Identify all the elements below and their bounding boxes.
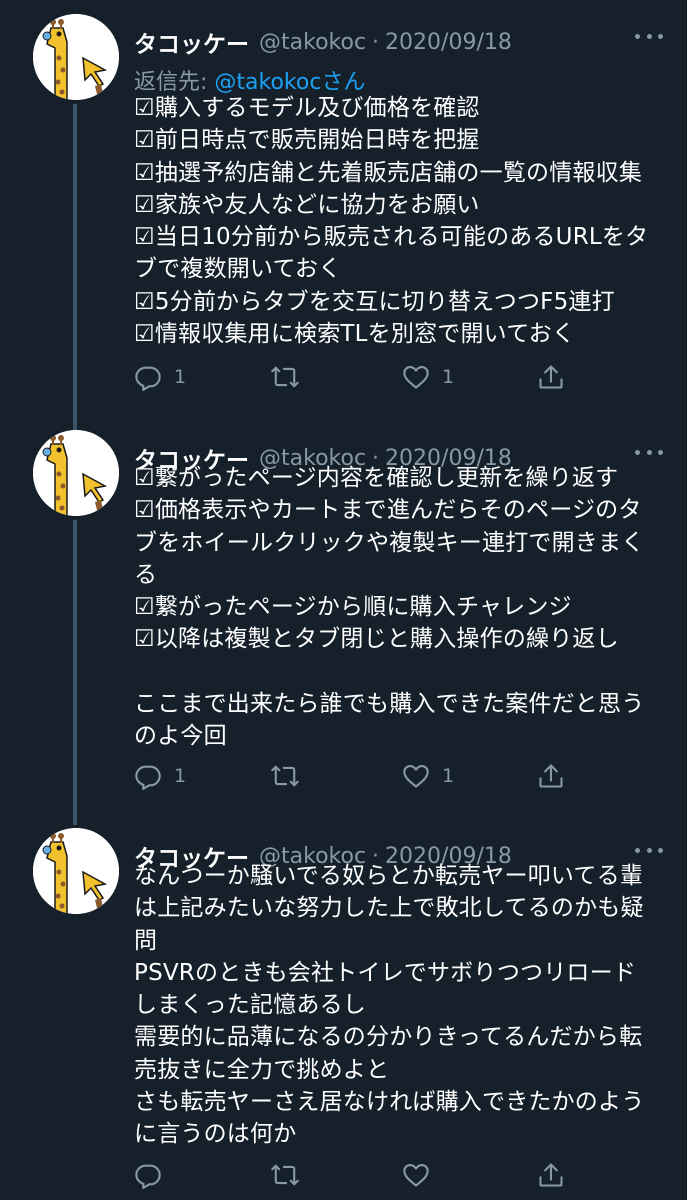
like-icon bbox=[403, 366, 429, 389]
tweet-date[interactable]: 2020/09/18 bbox=[385, 30, 512, 55]
retweet-button[interactable] bbox=[270, 1159, 312, 1191]
share-button[interactable] bbox=[537, 760, 565, 792]
tweet-line: ブで複数開いておく bbox=[134, 256, 342, 283]
tweet-text: なんつーか騒いでる奴らとか転売ヤー叩いてる輩 は上記みたいな努力した上で敗北して… bbox=[134, 860, 664, 1151]
tweet-actions: 1 1 bbox=[134, 361, 574, 393]
tweet-line: ☑家族や友人などに協力をお願い bbox=[134, 191, 480, 218]
separator-dot: · bbox=[372, 29, 380, 55]
tweet-line: ☑以降は複製とタブ閉じと購入操作の繰り返し bbox=[134, 626, 619, 653]
thread-connector-line bbox=[73, 520, 77, 825]
tweet-line: ☑購入するモデル及び価格を確認 bbox=[134, 95, 480, 121]
tweet-line: ☑抽選予約店舗と先着販売店舗の一覧の情報収集 bbox=[134, 159, 643, 186]
tweet-line: ☑前日時点で販売開始日時を把握 bbox=[134, 127, 480, 154]
thread-timeline: タコッケー @takokoc · 2020/09/18 返信先: @takoko… bbox=[0, 0, 687, 1200]
reply-icon bbox=[135, 366, 161, 391]
share-icon bbox=[539, 365, 563, 389]
tweet-line: 売抜きに全力で挑めよと bbox=[134, 1056, 390, 1083]
tweet-actions bbox=[134, 1159, 574, 1191]
more-options-icon[interactable] bbox=[635, 30, 663, 42]
tweet-line: PSVRのときも会社トイレでサボりつつリロード bbox=[134, 959, 637, 986]
like-icon bbox=[403, 1164, 429, 1187]
like-count: 1 bbox=[442, 765, 455, 787]
reply-count: 1 bbox=[174, 765, 187, 787]
retweet-icon bbox=[271, 1164, 299, 1186]
reply-button[interactable]: 1 bbox=[134, 760, 186, 792]
tweet-1[interactable]: タコッケー @takokoc · 2020/09/18 返信先: @takoko… bbox=[0, 14, 687, 439]
like-icon bbox=[403, 765, 429, 788]
tweet-line: ここまで出来たら誰でも購入できた案件だと思う bbox=[134, 691, 645, 718]
tweet-line bbox=[134, 656, 664, 688]
tweet-line: のよ今回 bbox=[134, 723, 227, 750]
giraffe-avatar-icon bbox=[33, 828, 119, 914]
tweet-line: 需要的に品薄になるの分かりきってるんだから転 bbox=[134, 1024, 643, 1051]
reply-count: 1 bbox=[174, 366, 187, 388]
reply-button[interactable] bbox=[134, 1159, 174, 1191]
tweet-line: ☑価格表示やカートまで進んだらそのページのタ bbox=[134, 497, 642, 524]
share-button[interactable] bbox=[537, 361, 565, 393]
tweet-text: ☑繋がったページ内容を確認し更新を繰り返す ☑価格表示やカートまで進んだらそのペ… bbox=[134, 462, 664, 753]
tweet-line: ☑5分前からタブを交互に切り替えつつF5連打 bbox=[134, 288, 615, 315]
tweet-line: に言うのは何か bbox=[134, 1121, 297, 1148]
reply-icon bbox=[135, 1164, 161, 1189]
share-icon bbox=[539, 1163, 563, 1187]
more-options-icon[interactable] bbox=[635, 844, 663, 856]
author-handle[interactable]: @takokoc bbox=[259, 30, 366, 55]
more-options-icon[interactable] bbox=[635, 446, 663, 458]
avatar[interactable] bbox=[33, 14, 119, 100]
tweet-line: しまくった記憶あるし bbox=[134, 992, 366, 1019]
tweet-text: ☑購入するモデル及び価格を確認 ☑前日時点で販売開始日時を把握 ☑抽選予約店舗と… bbox=[134, 92, 664, 350]
thread-connector-line bbox=[73, 104, 77, 439]
tweet-actions: 1 1 bbox=[134, 760, 574, 792]
tweet-line: ☑繋がったページから順に購入チャレンジ bbox=[134, 594, 572, 621]
giraffe-avatar-icon bbox=[33, 14, 119, 100]
like-count: 1 bbox=[442, 366, 455, 388]
giraffe-avatar-icon bbox=[33, 430, 119, 516]
tweet-line: 問 bbox=[134, 927, 158, 954]
share-icon bbox=[539, 764, 563, 788]
tweet-line: ☑繋がったページ内容を確認し更新を繰り返す bbox=[134, 465, 619, 491]
retweet-icon bbox=[271, 366, 299, 388]
retweet-icon bbox=[271, 765, 299, 787]
retweet-button[interactable] bbox=[270, 760, 312, 792]
tweet-line: ☑情報収集用に検索TLを別窓で開いておく bbox=[134, 321, 576, 348]
like-button[interactable]: 1 bbox=[402, 361, 454, 393]
tweet-2[interactable]: タコッケー @takokoc · 2020/09/18 ☑繋がったページ内容を確… bbox=[0, 430, 687, 825]
reply-button[interactable]: 1 bbox=[134, 361, 186, 393]
tweet-line: さも転売ヤーさえ居なければ購入できたかのよう bbox=[134, 1089, 645, 1116]
tweet-line: は上記みたいな努力した上で敗北してるのかも疑 bbox=[134, 895, 644, 922]
tweet-line: る bbox=[134, 561, 158, 588]
avatar[interactable] bbox=[33, 828, 119, 914]
tweet-line: ☑当日10分前から販売される可能のあるURLをタ bbox=[134, 224, 649, 251]
like-button[interactable] bbox=[402, 1159, 442, 1191]
retweet-button[interactable] bbox=[270, 361, 312, 393]
like-button[interactable]: 1 bbox=[402, 760, 454, 792]
share-button[interactable] bbox=[537, 1159, 565, 1191]
avatar[interactable] bbox=[33, 430, 119, 516]
author-name[interactable]: タコッケー bbox=[134, 25, 249, 59]
tweet-line: ブをホイールクリックや複製キー連打で開きまく bbox=[134, 529, 645, 556]
tweet-3[interactable]: タコッケー @takokoc · 2020/09/18 なんつーか騒いでる奴らと… bbox=[0, 828, 687, 1200]
tweet-header: タコッケー @takokoc · 2020/09/18 bbox=[134, 22, 669, 62]
tweet-line: なんつーか騒いでる奴らとか転売ヤー叩いてる輩 bbox=[134, 863, 644, 889]
reply-icon bbox=[135, 765, 161, 790]
